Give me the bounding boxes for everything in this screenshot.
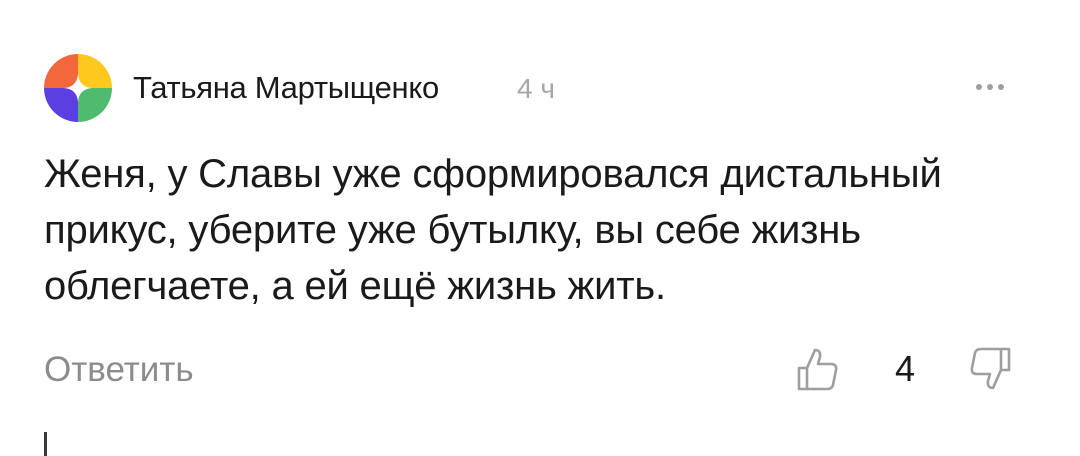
dislike-button[interactable] (968, 345, 1012, 393)
more-dots-icon (998, 84, 1004, 90)
author-name[interactable]: Татьяна Мартыщенко (133, 70, 439, 106)
like-button[interactable] (796, 345, 840, 393)
more-options-button[interactable] (966, 74, 1014, 100)
like-count: 4 (894, 348, 916, 389)
thumbs-up-icon (797, 348, 838, 391)
more-dots-icon (987, 84, 993, 90)
author-avatar[interactable] (44, 54, 112, 122)
comment-card: Татьяна Мартыщенко 4 ч Женя, у Славы уже… (0, 0, 1080, 456)
reply-button[interactable]: Ответить (44, 349, 194, 391)
multicolor-avatar-icon (44, 54, 112, 122)
comment-timestamp: 4 ч (517, 73, 555, 104)
thread-line (44, 432, 47, 456)
more-dots-icon (976, 84, 982, 90)
thumbs-down-icon (970, 347, 1011, 390)
comment-text: Женя, у Славы уже сформировался дистальн… (44, 152, 942, 308)
